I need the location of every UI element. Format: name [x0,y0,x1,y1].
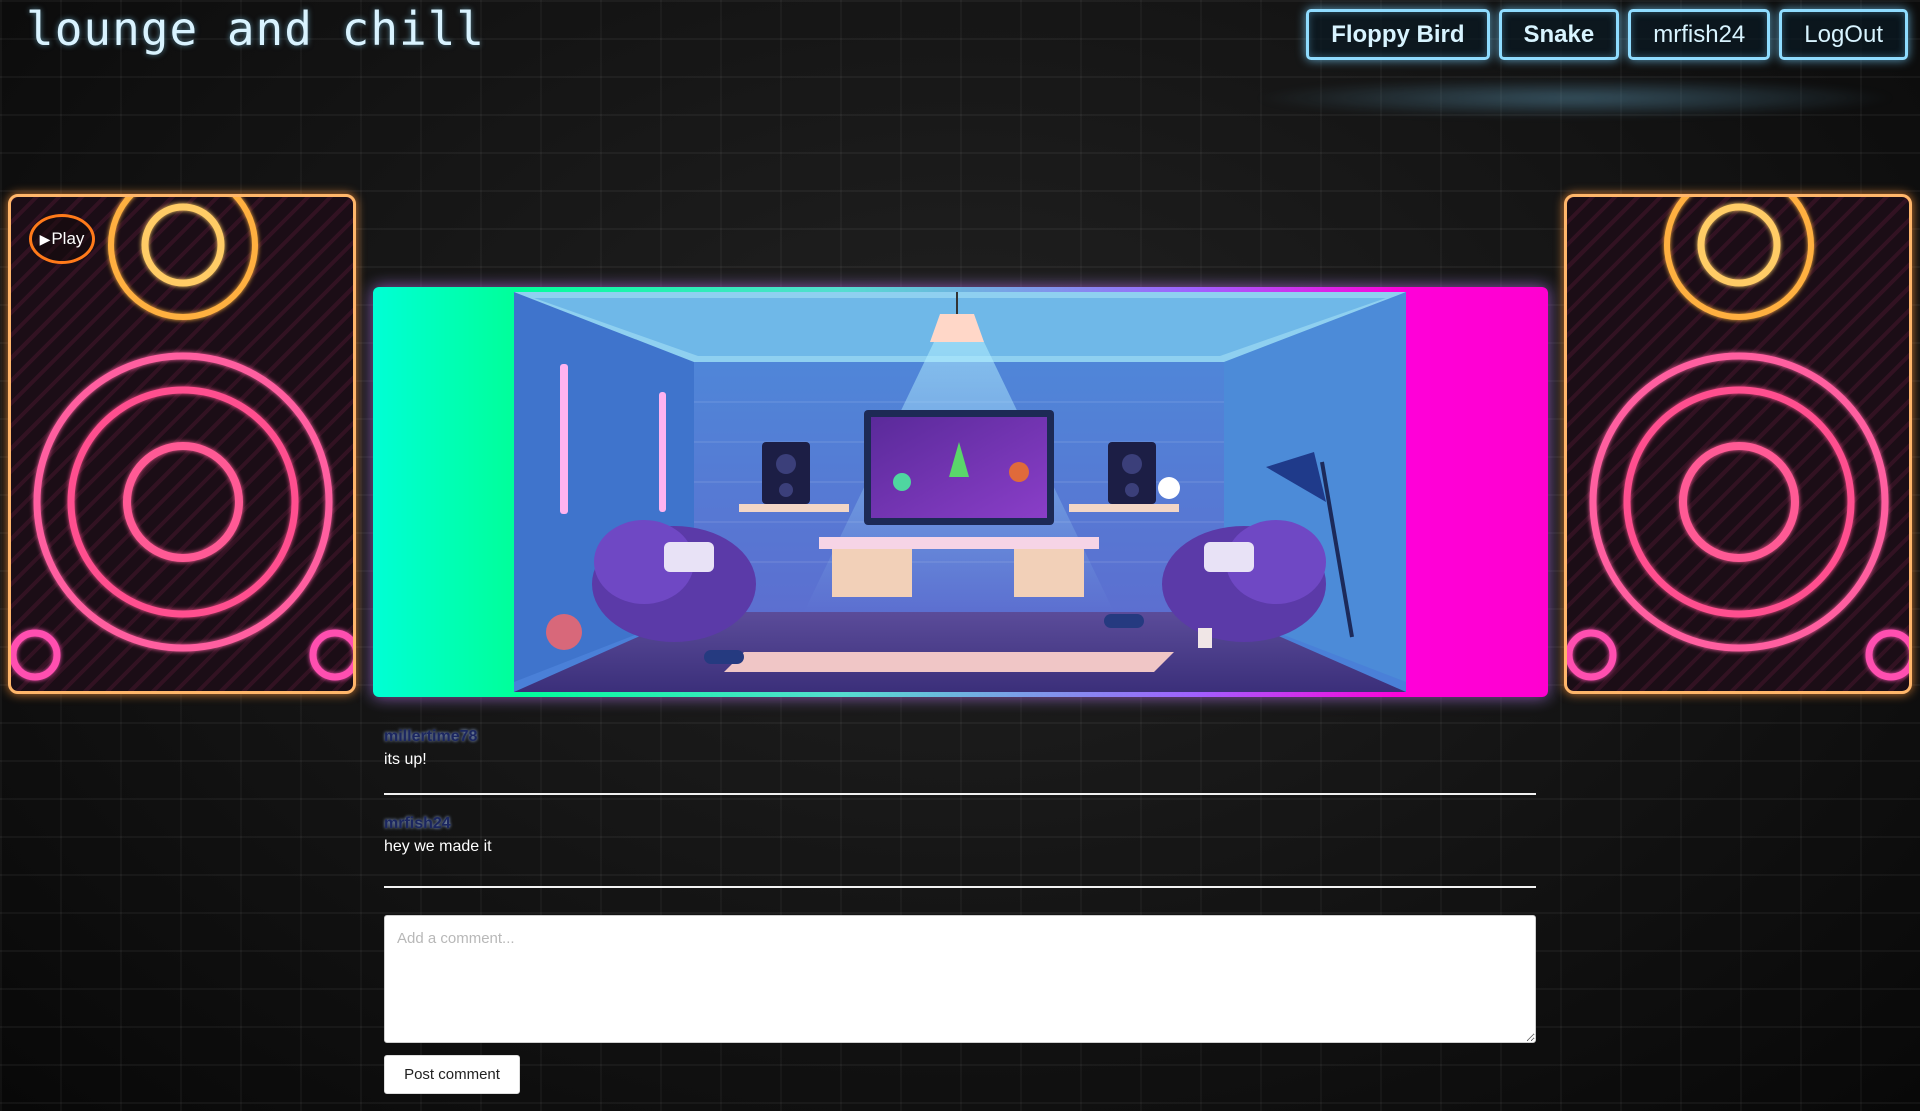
top-nav: Floppy Bird Snake mrfish24 LogOut [1306,9,1908,60]
site-title: lounge and chill [26,2,486,56]
play-triangle-icon: ▶ [39,230,51,247]
comment-item: millertime78 its up! [384,728,1536,795]
play-button[interactable]: ▶ Play [29,214,95,264]
post-comment-button[interactable]: Post comment [384,1055,520,1094]
nav-glow [1250,78,1900,118]
comment-item: mrfish24 hey we made it [384,815,1536,888]
play-label: Play [51,229,85,248]
nav-floppy-bird-button[interactable]: Floppy Bird [1306,9,1490,60]
speaker-graphic-right [1567,197,1909,681]
comments-list: millertime78 its up! mrfish24 hey we mad… [384,728,1536,908]
nav-user-button[interactable]: mrfish24 [1628,9,1771,60]
right-speaker [1564,194,1912,694]
nav-logout-button[interactable]: LogOut [1779,9,1908,60]
comment-input[interactable] [384,915,1536,1043]
left-speaker: ▶ Play [8,194,356,694]
page: lounge and chill Floppy Bird Snake mrfis… [0,0,1920,1111]
gaming-room-illustration [514,292,1406,692]
comment-text: hey we made it [384,838,492,855]
nav-snake-button[interactable]: Snake [1498,9,1620,60]
speaker-graphic-left [11,197,353,681]
lounge-banner [373,287,1548,697]
comment-username[interactable]: millertime78 [384,728,1536,748]
comment-username[interactable]: mrfish24 [384,815,1536,835]
comment-text: its up! [384,751,427,768]
